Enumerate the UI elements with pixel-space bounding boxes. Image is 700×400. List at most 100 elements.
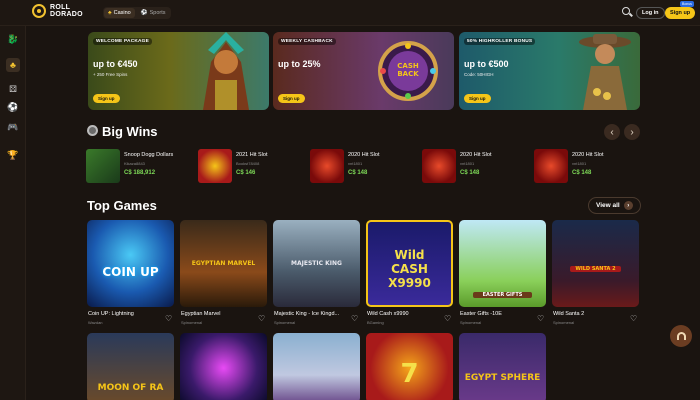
tab-sports[interactable]: ⚽ Sports [137, 8, 170, 18]
big-win-item[interactable]: 2020 Hit Slot vnt1801 C$ 148 [534, 148, 644, 184]
trophy-icon: 🏆 [7, 149, 19, 160]
game-name: Wild Santa 2 [553, 311, 585, 317]
big-win-game: 2020 Hit Slot [348, 152, 380, 158]
chevron-right-icon: › [623, 201, 633, 210]
login-button[interactable]: Log in [636, 7, 665, 19]
banner-signup-button[interactable]: Sign up [464, 94, 491, 103]
favorite-heart-icon[interactable]: ♡ [258, 314, 265, 323]
adventurer-art [579, 34, 631, 110]
game-tile[interactable]: COIN UP Coin UP: Lightning Wazdan ♡ [87, 220, 174, 325]
sidebar-item-esports[interactable]: 🎮 [6, 120, 20, 134]
game-provider: Spinomenal [553, 320, 575, 325]
logo-mark-icon [32, 4, 46, 18]
banner-title: up to €450 [93, 59, 138, 69]
search-icon[interactable] [622, 7, 634, 19]
favorite-heart-icon[interactable]: ♡ [444, 314, 451, 323]
game-thumb[interactable]: EGYPTIAN MARVEL [180, 220, 267, 307]
banner-highroller[interactable]: 50% HIGHROLLER BONUS up to €500 Code: 50… [459, 32, 640, 110]
big-win-user: vnt1801 [460, 161, 475, 166]
big-wins-icon [87, 125, 98, 136]
favorite-heart-icon[interactable]: ♡ [165, 314, 172, 323]
game-name: Easter Gifts -10E [460, 311, 502, 317]
game-thumb[interactable]: MAJESTIC KING [273, 220, 360, 307]
big-win-amount: C$ 188,912 [124, 170, 156, 176]
banner-subtitle: + 250 Free Spins [93, 72, 128, 77]
banner-signup-button[interactable]: Sign up [93, 94, 120, 103]
game-thumb[interactable] [273, 333, 360, 400]
big-wins-prev-button[interactable]: ‹ [604, 124, 620, 140]
sidebar-item-live[interactable]: ⚄ [6, 82, 20, 96]
game-tile[interactable]: Wild CASH X9990 Wild Cash x9990 BGaming … [366, 220, 453, 325]
game-name: Egyptian Marvel [181, 311, 221, 317]
banner-signup-button[interactable]: Sign up [278, 94, 305, 103]
game-thumb[interactable]: 7 [366, 333, 453, 400]
game-tile[interactable]: EASTER GIFTS Easter Gifts -10E Spinomena… [459, 220, 546, 325]
dragon-icon: 🐉 [7, 33, 19, 44]
big-wins-next-button[interactable]: › [624, 124, 640, 140]
banner-title: up to 25% [278, 59, 321, 69]
big-win-item[interactable]: 2020 Hit Slot vnt1801 C$ 148 [310, 148, 420, 184]
big-win-item[interactable]: Snoop Dogg Dollars Kikaza8843 C$ 188,912 [86, 148, 196, 184]
sidebar-item-casino[interactable]: ♣ [6, 58, 20, 72]
logo-text: ROLL DORADO [50, 4, 83, 18]
big-win-thumb [422, 149, 456, 183]
gamepad-icon: 🎮 [7, 121, 19, 132]
view-all-button[interactable]: View all › [588, 197, 641, 214]
game-thumb[interactable]: MOON OF RA [87, 333, 174, 400]
game-name: Majestic King - Ice Kingd... [274, 311, 340, 317]
favorite-heart-icon[interactable]: ♡ [537, 314, 544, 323]
big-win-item[interactable]: 2020 Hit Slot vnt1801 C$ 148 [422, 148, 532, 184]
big-win-game: 2020 Hit Slot [572, 152, 604, 158]
big-win-game: Snoop Dogg Dollars [124, 152, 174, 158]
big-win-user: Kikaza8843 [124, 161, 145, 166]
game-tile[interactable]: WILD SANTA 2 Wild Santa 2 Spinomenal ♡ [552, 220, 639, 325]
football-icon: ⚽ [7, 101, 19, 112]
big-win-user: Bookst78408 [236, 161, 260, 166]
big-win-game: 2020 Hit Slot [460, 152, 492, 158]
game-tile[interactable]: MAJESTIC KING Majestic King - Ice Kingd.… [273, 220, 360, 325]
sidebar-item-promo[interactable]: 🐉 [6, 32, 20, 46]
signup-badge: Bonus [680, 1, 694, 7]
big-win-amount: C$ 148 [460, 170, 480, 176]
dice-icon: ⚄ [9, 83, 17, 94]
big-win-user: vnt1801 [348, 161, 363, 166]
game-thumb[interactable] [180, 333, 267, 400]
big-win-thumb [86, 149, 120, 183]
game-thumb[interactable]: Wild CASH X9990 [366, 220, 453, 307]
sidebar: 🐉 ♣ ⚄ ⚽ 🎮 🏆 [0, 26, 26, 400]
tab-casino[interactable]: ♣ Casino [104, 8, 135, 18]
game-tile[interactable]: EGYPTIAN MARVEL Egyptian Marvel Spinomen… [180, 220, 267, 325]
support-chat-button[interactable] [670, 325, 692, 347]
game-thumb[interactable]: WILD SANTA 2 [552, 220, 639, 307]
big-win-item[interactable]: 2021 Hit Slot Bookst78408 C$ 146 [198, 148, 308, 184]
casino-icon: ♣ [108, 10, 112, 16]
game-provider: Spinomenal [460, 320, 482, 325]
big-win-thumb [310, 149, 344, 183]
aztec-warrior-art [203, 32, 249, 110]
big-win-amount: C$ 148 [348, 170, 368, 176]
big-win-thumb [198, 149, 232, 183]
game-provider: Spinomenal [274, 320, 296, 325]
favorite-heart-icon[interactable]: ♡ [351, 314, 358, 323]
game-thumb[interactable]: COIN UP [87, 220, 174, 307]
casino-icon: ♣ [10, 60, 16, 70]
signup-button[interactable]: Sign up [665, 7, 696, 19]
game-thumb[interactable]: EASTER GIFTS [459, 220, 546, 307]
logo[interactable]: ROLL DORADO [32, 4, 83, 18]
sports-icon: ⚽ [140, 10, 148, 16]
big-win-user: vnt1801 [572, 161, 587, 166]
banner-tag: WELCOME PACKAGE [93, 38, 153, 45]
big-wins-title: Big Wins [102, 124, 158, 139]
top-bar: ROLL DORADO ♣ Casino ⚽ Sports Log in Sig… [0, 0, 700, 26]
game-name: Coin UP: Lightning [88, 311, 134, 317]
favorite-heart-icon[interactable]: ♡ [630, 314, 637, 323]
headset-icon [676, 332, 686, 340]
chevron-left-icon: ‹ [610, 126, 614, 138]
game-provider: Wazdan [88, 320, 103, 325]
game-provider: BGaming [367, 320, 384, 325]
banner-welcome[interactable]: WELCOME PACKAGE up to €450 + 250 Free Sp… [88, 32, 269, 110]
sidebar-item-tournaments[interactable]: 🏆 [6, 148, 20, 162]
sidebar-item-sports[interactable]: ⚽ [6, 100, 20, 114]
game-thumb[interactable]: EGYPT SPHERE [459, 333, 546, 400]
banner-cashback[interactable]: CASH BACK WEEKLY CASHBACK up to 25% Sign… [273, 32, 454, 110]
